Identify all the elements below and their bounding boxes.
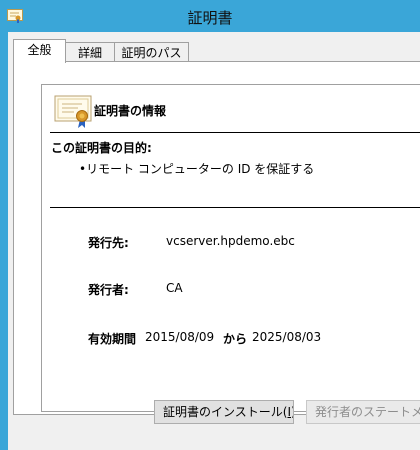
window-title: 証明書: [187, 9, 233, 27]
install-certificate-button[interactable]: 証明書のインストール(I)...: [154, 400, 294, 424]
issued-to-label: 発行先:: [88, 236, 129, 250]
tab-general[interactable]: 全般: [13, 39, 66, 63]
tab-details[interactable]: 詳細: [65, 42, 115, 63]
issued-by-label: 発行者:: [88, 283, 129, 297]
issued-to-value: vcserver.hpdemo.ebc: [166, 234, 295, 248]
purpose-item: •リモート コンピューターの ID を保証する: [79, 162, 315, 176]
details-divider: [50, 207, 420, 208]
certificate-seal-icon: [54, 95, 92, 128]
title-bar: 証明書: [0, 0, 420, 32]
install-button-ellipsis: )...: [291, 405, 293, 419]
install-button-label: 証明書のインストール(: [163, 405, 288, 419]
validity-label: 有効期間: [88, 332, 137, 346]
tab-certification-path[interactable]: 証明のパス: [114, 42, 189, 63]
purpose-heading: この証明書の目的:: [51, 141, 152, 155]
certificate-dialog: 全般 詳細 証明のパス 証明書の情報 この証明書の目的: •リモート コンピュー…: [8, 32, 420, 450]
issuer-statement-button[interactable]: 発行者のステートメント: [306, 400, 420, 424]
valid-to-date: 2025/08/03: [252, 330, 322, 344]
header-divider: [50, 132, 420, 133]
validity-from-word: から: [223, 332, 248, 346]
certificate-info-heading: 証明書の情報: [94, 104, 167, 118]
certificate-info-box: 証明書の情報 この証明書の目的: •リモート コンピューターの ID を保証する…: [41, 84, 420, 412]
valid-from-date: 2015/08/09: [145, 330, 215, 344]
issued-by-value: CA: [166, 281, 183, 295]
general-tab-panel: 証明書の情報 この証明書の目的: •リモート コンピューターの ID を保証する…: [13, 61, 420, 415]
